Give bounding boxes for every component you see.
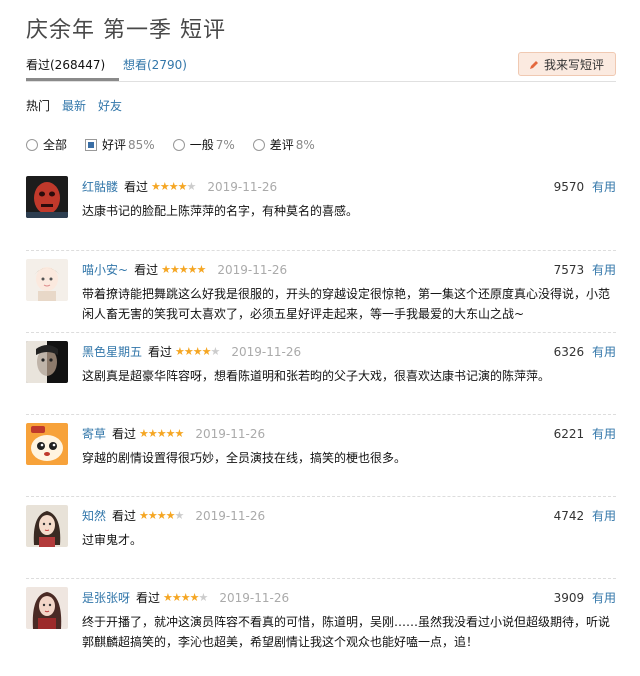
username-link[interactable]: 寄草 — [82, 425, 106, 442]
useful-button[interactable]: 有用 — [592, 509, 616, 523]
username-link[interactable]: 黑色星期五 — [82, 343, 142, 360]
filter-label: 好评 — [102, 138, 127, 152]
rating-stars: ★★★★★ — [139, 427, 184, 440]
write-review-button[interactable]: 我来写短评 — [517, 52, 616, 76]
avatar[interactable] — [26, 423, 68, 465]
useful-button[interactable]: 有用 — [592, 180, 616, 194]
sort-friends[interactable]: 好友 — [98, 97, 122, 114]
filter-neutral[interactable]: 一般 7% — [172, 136, 235, 153]
username-link[interactable]: 是张张呀 — [82, 589, 130, 606]
filter-all[interactable]: 全部 — [26, 136, 67, 153]
avatar[interactable] — [26, 341, 68, 383]
vote-count: 7573 — [553, 263, 585, 277]
review-item: 黑色星期五 看过 ★★★★★ 2019-11-26 6326 有用 这剧真是超豪… — [26, 332, 616, 414]
watch-status: 看过 — [148, 345, 173, 359]
pencil-icon — [529, 59, 539, 69]
rating-stars: ★★★★★ — [161, 263, 206, 276]
review-text: 带着撩诗能把舞跳这么好我是很服的，开头的穿越设定很惊艳，第一集这个还原度真心没得… — [82, 287, 611, 321]
page-title: 庆余年 第一季 短评 — [26, 18, 226, 43]
rating-stars: ★★★★★ — [139, 509, 184, 522]
sort-hot[interactable]: 热门 — [26, 97, 50, 114]
review-date: 2019-11-26 — [195, 426, 266, 441]
rating-stars: ★★★★★ — [175, 345, 220, 358]
radio-icon — [252, 138, 265, 151]
filter-label: 差评 — [269, 138, 294, 152]
avatar[interactable] — [26, 176, 68, 218]
rating-stars: ★★★★★ — [163, 591, 208, 604]
review-list: 红骷髅 看过 ★★★★★ 2019-11-26 9570 有用 达康书记的脸配上… — [26, 168, 616, 660]
avatar[interactable] — [26, 505, 68, 547]
rating-stars: ★★★★★ — [151, 180, 196, 193]
tab-want-to-watch[interactable]: 想看(2790) — [123, 56, 187, 73]
review-item: 喵小安~ 看过 ★★★★★ 2019-11-26 7573 有用 带着撩诗能把舞… — [26, 250, 616, 332]
review-text: 穿越的剧情设置得很巧妙，全员演技在线，搞笑的梗也很多。 — [82, 451, 407, 465]
useful-button[interactable]: 有用 — [592, 427, 616, 441]
radio-icon — [26, 138, 38, 151]
rating-filter: 全部 好评 85% 一般 7% 差评 8% — [26, 136, 333, 153]
filter-label: 全部 — [43, 138, 68, 152]
username-link[interactable]: 喵小安~ — [82, 261, 128, 278]
review-item: 红骷髅 看过 ★★★★★ 2019-11-26 9570 有用 达康书记的脸配上… — [26, 168, 616, 250]
useful-button[interactable]: 有用 — [592, 591, 616, 605]
filter-percent: 7% — [215, 137, 235, 152]
filter-label: 一般 — [189, 138, 214, 152]
review-date: 2019-11-26 — [207, 179, 278, 194]
tab-watched[interactable]: 看过(268447) — [26, 56, 120, 81]
watch-status: 看过 — [112, 509, 137, 523]
sort-newest[interactable]: 最新 — [62, 97, 86, 114]
watch-status: 看过 — [124, 180, 149, 194]
filter-negative[interactable]: 差评 8% — [252, 136, 315, 153]
filter-positive[interactable]: 好评 85% — [85, 136, 155, 153]
review-text: 这剧真是超豪华阵容呀，想看陈道明和张若昀的父子大戏，很喜欢达康书记演的陈萍萍。 — [82, 369, 551, 383]
username-link[interactable]: 红骷髅 — [82, 178, 118, 195]
review-text: 过审鬼才。 — [82, 533, 143, 547]
vote-count: 9570 — [553, 180, 585, 194]
review-item: 是张张呀 看过 ★★★★★ 2019-11-26 3909 有用 终于开播了，就… — [26, 578, 616, 660]
useful-button[interactable]: 有用 — [592, 345, 616, 359]
review-item: 知然 看过 ★★★★★ 2019-11-26 4742 有用 过审鬼才。 — [26, 496, 616, 578]
sort-bar: 热门 最新 好友 — [26, 97, 122, 114]
avatar[interactable] — [26, 259, 68, 301]
avatar[interactable] — [26, 587, 68, 629]
review-text: 达康书记的脸配上陈萍萍的名字，有种莫名的喜感。 — [82, 204, 359, 218]
review-date: 2019-11-26 — [217, 262, 288, 277]
review-date: 2019-11-26 — [195, 508, 266, 523]
review-text: 终于开播了，就冲这演员阵容不看真的可惜，陈道明，吴刚……虽然我没看过小说但超级期… — [82, 615, 611, 649]
watch-status: 看过 — [136, 591, 161, 605]
review-date: 2019-11-26 — [219, 590, 290, 605]
selected-radio-icon — [85, 138, 98, 151]
write-review-label: 我来写短评 — [543, 57, 604, 72]
review-item: 寄草 看过 ★★★★★ 2019-11-26 6221 有用 穿越的剧情设置得很… — [26, 414, 616, 496]
vote-count: 3909 — [553, 591, 585, 605]
vote-count: 6326 — [553, 345, 585, 359]
radio-icon — [172, 138, 185, 151]
vote-count: 4742 — [553, 509, 585, 523]
username-link[interactable]: 知然 — [82, 507, 106, 524]
filter-percent: 8% — [295, 137, 315, 152]
useful-button[interactable]: 有用 — [592, 263, 616, 277]
review-date: 2019-11-26 — [231, 344, 302, 359]
watch-status: 看过 — [112, 427, 137, 441]
watch-status: 看过 — [134, 263, 159, 277]
filter-percent: 85% — [128, 137, 155, 152]
vote-count: 6221 — [553, 427, 585, 441]
